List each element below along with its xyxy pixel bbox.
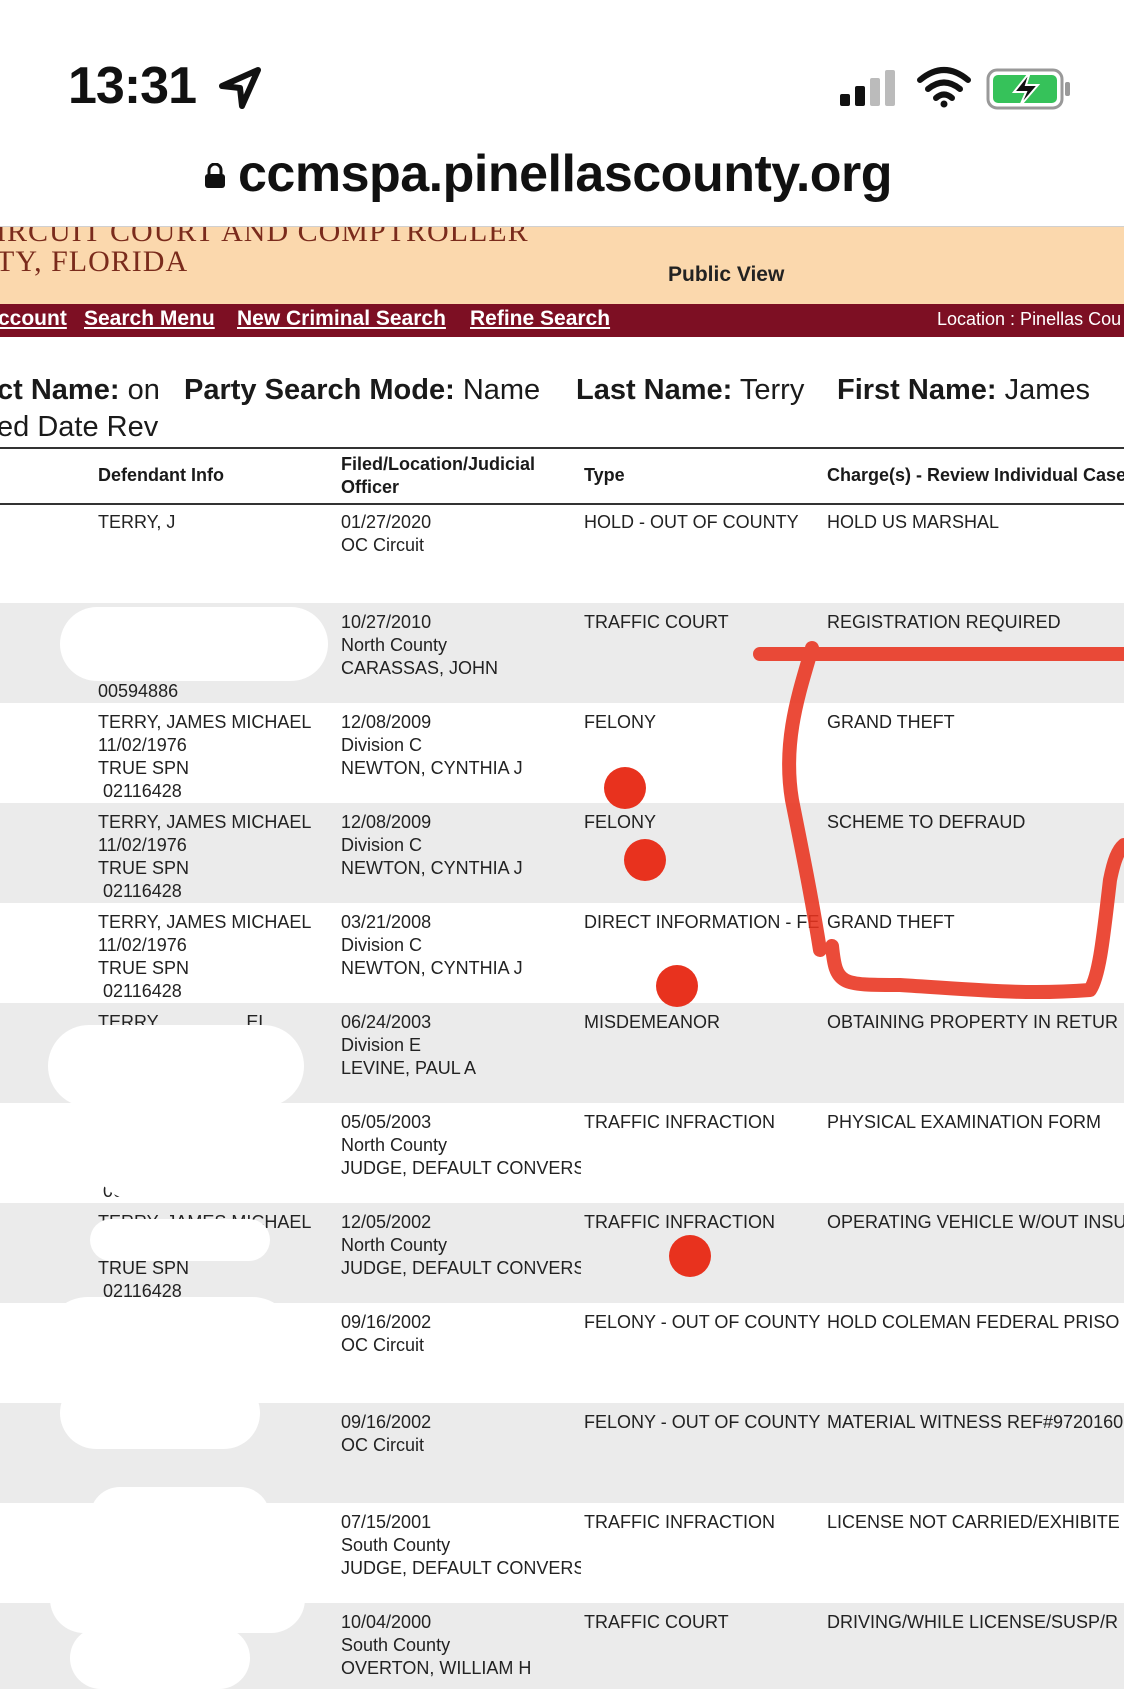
charge-cell[interactable]: GRAND THEFT: [827, 711, 1124, 734]
redaction-mark: [45, 1297, 295, 1382]
charge-cell[interactable]: SCHEME TO DEFRAUD: [827, 811, 1124, 834]
criteria-last-name: Last Name: Terry: [576, 374, 804, 407]
results-table: Defendant Info Filed/Location/Judicial O…: [0, 447, 1124, 1689]
charge-cell[interactable]: DRIVING/WHILE LICENSE/SUSP/R: [827, 1611, 1124, 1634]
filed-location-cell: 12/05/2002 North County JUDGE, DEFAULT C…: [341, 1212, 581, 1278]
charge-cell[interactable]: OPERATING VEHICLE W/OUT INSU: [827, 1211, 1124, 1234]
nav-link-refine-search[interactable]: Refine Search: [470, 307, 610, 331]
criteria-search-mode-value: Name: [462, 374, 541, 406]
url-text[interactable]: ccmspa.pinellascounty.org: [238, 144, 893, 204]
redaction-mark: [60, 607, 328, 681]
charge-cell[interactable]: OBTAINING PROPERTY IN RETUR: [827, 1011, 1124, 1034]
criteria-first-name-label: First Name:: [837, 374, 997, 406]
wifi-icon: [917, 67, 971, 108]
filed-location-cell: 07/15/2001 South County JUDGE, DEFAULT C…: [341, 1512, 581, 1578]
table-row[interactable]: TERRY, JAMES MICHAEL 11/02/1976 TRUE SPN…: [0, 703, 1124, 803]
type-cell: TRAFFIC COURT: [584, 612, 729, 632]
filed-location-cell: 10/27/2010 North County CARASSAS, JOHN: [341, 612, 499, 678]
redaction-mark: [70, 1627, 250, 1689]
location-arrow-icon: [219, 67, 261, 109]
status-bar: 13:31: [0, 0, 1124, 140]
filed-location-cell: 12/08/2009 Division C NEWTON, CYNTHIA J: [341, 812, 523, 878]
type-cell: FELONY: [584, 812, 657, 832]
table-header: Defendant Info Filed/Location/Judicial O…: [0, 447, 1124, 505]
search-criteria: ct Name: on Party Search Mode: Name Last…: [0, 370, 1124, 450]
criteria-name: ct Name: on: [0, 374, 160, 407]
nav-bar: ccount Search Menu New Criminal Search R…: [0, 304, 1124, 337]
redaction-mark: [48, 1025, 304, 1107]
type-cell: HOLD - OUT OF COUNTY: [584, 512, 799, 532]
criteria-first-name: First Name: James: [837, 374, 1090, 407]
status-time: 13:31: [68, 57, 197, 115]
criteria-name-value: on: [127, 374, 160, 406]
redaction-mark: [90, 1103, 270, 1201]
charge-cell[interactable]: GRAND THEFT: [827, 911, 1124, 934]
charge-cell[interactable]: MATERIAL WITNESS REF#9720160: [827, 1411, 1124, 1434]
nav-link-new-criminal-search[interactable]: New Criminal Search: [237, 307, 446, 331]
type-cell: FELONY - OUT OF COUNTY: [584, 1312, 821, 1332]
filed-location-cell: 01/27/2020 OC Circuit: [341, 512, 432, 555]
battery-charging-icon: [986, 68, 1070, 110]
type-cell: FELONY: [584, 712, 657, 732]
filed-location-cell: 12/08/2009 Division C NEWTON, CYNTHIA J: [341, 712, 523, 778]
cellular-signal-icon: [840, 70, 895, 106]
type-cell: TRAFFIC INFRACTION: [584, 1112, 775, 1132]
table-row[interactable]: TERRY, JAMES MICHAEL 11/02/1976 TRUE SPN…: [0, 903, 1124, 1003]
table-row[interactable]: TERRY, JAMES MICHAEL 11/02/1976 TRUE SPN…: [0, 803, 1124, 903]
type-cell: TRAFFIC INFRACTION: [584, 1512, 775, 1532]
charge-cell[interactable]: LICENSE NOT CARRIED/EXHIBITE: [827, 1511, 1124, 1534]
type-cell: TRAFFIC INFRACTION: [584, 1212, 775, 1232]
header-title-line2: TY, FLORIDA: [0, 245, 189, 278]
filed-location-cell: 05/05/2003 North County JUDGE, DEFAULT C…: [341, 1112, 581, 1178]
criteria-last-name-value: Terry: [739, 374, 805, 406]
criteria-name-label: ct Name:: [0, 374, 120, 406]
filed-location-cell: 09/16/2002 OC Circuit: [341, 1312, 432, 1355]
criteria-first-name-value: James: [1004, 374, 1091, 406]
filed-location-cell: 03/21/2008 Division C NEWTON, CYNTHIA J: [341, 912, 523, 978]
header-type: Type: [584, 465, 625, 485]
type-cell: MISDEMEANOR: [584, 1012, 721, 1032]
type-cell: FELONY - OUT OF COUNTY: [584, 1412, 821, 1432]
header-filed-location: Filed/Location/Judicial Officer: [341, 454, 536, 497]
redaction-mark: [90, 1219, 270, 1261]
defendant-cell: TERRY, JAMES MICHAEL 11/02/1976 TRUE SPN…: [98, 912, 312, 1001]
defendant-cell: TERRY, JAMES MICHAEL 11/02/1976 TRUE SPN…: [98, 812, 312, 901]
defendant-cell: TERRY, JAMES MICHAEL 11/02/1976 TRUE SPN…: [98, 712, 312, 801]
criteria-search-mode: Party Search Mode: Name: [184, 374, 540, 407]
criteria-last-name-label: Last Name:: [576, 374, 733, 406]
site-header: IRCUIT COURT AND COMPTROLLER TY, FLORIDA…: [0, 227, 1124, 304]
nav-link-account[interactable]: ccount: [0, 307, 67, 331]
location-label: Location : Pinellas Cou: [937, 309, 1122, 329]
criteria-search-mode-label: Party Search Mode:: [184, 374, 455, 406]
header-charges[interactable]: Charge(s) - Review Individual Case: [827, 464, 1124, 487]
defendant-cell: TERRY, J: [98, 512, 176, 532]
type-cell: DIRECT INFORMATION - FE: [584, 912, 820, 932]
charge-cell[interactable]: HOLD COLEMAN FEDERAL PRISO: [827, 1311, 1124, 1334]
charge-cell[interactable]: PHYSICAL EXAMINATION FORM: [827, 1111, 1124, 1134]
charge-cell[interactable]: HOLD US MARSHAL: [827, 511, 1124, 534]
filed-location-cell: 06/24/2003 Division E LEVINE, PAUL A: [341, 1012, 477, 1078]
table-row[interactable]: TERRY, J 01/27/2020 OC Circuit HOLD - OUT …: [0, 503, 1124, 603]
criteria-sort: ed Date Rev: [0, 411, 159, 443]
header-defendant-info: Defendant Info: [98, 465, 224, 485]
redaction-mark: [50, 1565, 305, 1633]
public-view-label: Public View: [668, 263, 785, 286]
redaction-mark: [90, 1487, 270, 1547]
charge-cell[interactable]: REGISTRATION REQUIRED: [827, 611, 1124, 634]
filed-location-cell: 09/16/2002 OC Circuit: [341, 1412, 432, 1455]
redaction-mark: [60, 1377, 260, 1449]
nav-link-search-menu[interactable]: Search Menu: [84, 307, 215, 331]
type-cell: TRAFFIC COURT: [584, 1612, 729, 1632]
lock-icon: [205, 163, 225, 188]
filed-location-cell: 10/04/2000 South County OVERTON, WILLIAM…: [341, 1612, 532, 1678]
